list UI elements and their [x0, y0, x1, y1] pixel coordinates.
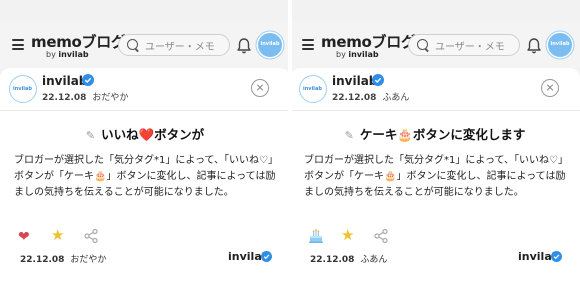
author-avatar[interactable]: invilab: [9, 75, 37, 103]
share-icon[interactable]: [374, 229, 388, 243]
footer-date: 22.12.08: [20, 255, 65, 265]
logo-brand: invilab: [348, 50, 379, 59]
post-date: 22.12.08: [42, 93, 87, 103]
search-icon: [127, 39, 138, 50]
top-bar: memoブログ by invilab ユーザー・メモ invilab: [0, 22, 290, 68]
divider: [290, 110, 580, 111]
post-card: invilab invilab 22.12.08 おだやか ✎ いいね❤️ボタンが …: [0, 68, 290, 268]
site-logo[interactable]: memoブログ by invilab: [321, 31, 416, 61]
screen-right: memoブログ by invilab ユーザー・メモ invilab invil…: [290, 0, 580, 305]
star-icon[interactable]: ★: [51, 228, 64, 243]
user-avatar[interactable]: invilab: [258, 33, 282, 57]
reaction-bar: ★: [304, 228, 424, 244]
post-card: invilab invilab 22.12.08 ふあん ✎ ケーキ🎂ボタンに変化し…: [290, 68, 580, 268]
hamburger-menu-icon[interactable]: [12, 39, 24, 50]
author-row: invilab invilab 22.12.08 おだやか: [0, 68, 290, 108]
user-avatar[interactable]: invilab: [548, 33, 572, 57]
logo-brand: invilab: [58, 50, 89, 59]
author-meta: 22.12.08 ふあん: [332, 90, 409, 103]
footer-mood: おだやか: [70, 255, 107, 265]
star-icon[interactable]: ★: [341, 228, 354, 243]
logo-text: memoブログ: [31, 33, 126, 51]
heart-icon[interactable]: ❤: [18, 230, 30, 244]
post-body: ブロガーが選択した「気分タグ*1」によって、「いいね♡」ボタンが「ケーキ🎂」ボタ…: [14, 155, 279, 198]
logo-by: by: [336, 50, 349, 59]
post-body: ブロガーが選択した「気分タグ*1」によって、「いいね♡」ボタンが「ケーキ🎂」ボタ…: [304, 155, 569, 198]
avatar-label: invilab: [550, 41, 570, 47]
footer-meta: 22.12.08 ふあん: [310, 252, 387, 265]
avatar-label: invilab: [260, 41, 280, 47]
bottom-area: [0, 268, 290, 305]
footer-brand[interactable]: invilab: [228, 250, 272, 263]
post-title: ✎ いいね❤️ボタンが: [0, 124, 290, 143]
top-bar: memoブログ by invilab ユーザー・メモ invilab: [290, 22, 580, 68]
mood-tag: おだやか: [92, 93, 129, 103]
author-name[interactable]: invilab: [332, 74, 377, 88]
share-icon[interactable]: [84, 229, 98, 243]
author-row: invilab invilab 22.12.08 ふあん: [290, 68, 580, 108]
logo-by: by: [46, 50, 59, 59]
footer-meta: 22.12.08 おだやか: [20, 252, 106, 265]
cake-icon[interactable]: [308, 228, 324, 244]
post-title: ✎ ケーキ🎂ボタンに変化します: [290, 124, 580, 143]
author-avatar[interactable]: invilab: [299, 75, 327, 103]
screen-left: memoブログ by invilab ユーザー・メモ invilab invil…: [0, 0, 290, 305]
verified-badge-icon: [261, 251, 272, 262]
divider: [0, 110, 290, 111]
logo-byline: by invilab: [46, 50, 89, 59]
verified-badge-icon: [372, 74, 384, 86]
search-icon: [417, 39, 428, 50]
mood-tag: ふあん: [382, 93, 410, 103]
search-placeholder: ユーザー・メモ: [435, 42, 505, 53]
search-placeholder: ユーザー・メモ: [145, 42, 215, 53]
footer-date: 22.12.08: [310, 255, 355, 265]
verified-badge-icon: [82, 74, 94, 86]
post-title-text: ケーキ🎂ボタンに変化します: [359, 127, 526, 142]
verified-badge-icon: [551, 251, 562, 262]
footer-brand[interactable]: invilab: [518, 250, 562, 263]
site-logo[interactable]: memoブログ by invilab: [31, 31, 126, 61]
author-meta: 22.12.08 おだやか: [42, 90, 128, 103]
close-icon[interactable]: [541, 79, 559, 97]
footer-mood: ふあん: [360, 255, 388, 265]
author-avatar-label: invilab: [13, 86, 32, 92]
panel-separator: [288, 0, 292, 305]
search-input[interactable]: ユーザー・メモ: [118, 34, 230, 56]
bell-icon[interactable]: [526, 37, 542, 55]
close-icon[interactable]: [251, 79, 269, 97]
author-avatar-label: invilab: [303, 86, 322, 92]
pencil-icon: ✎: [344, 129, 354, 142]
search-input[interactable]: ユーザー・メモ: [408, 34, 520, 56]
author-name[interactable]: invilab: [42, 74, 87, 88]
bell-icon[interactable]: [236, 37, 252, 55]
logo-text: memoブログ: [321, 33, 416, 51]
pencil-icon: ✎: [85, 129, 96, 142]
hamburger-menu-icon[interactable]: [302, 39, 314, 50]
reaction-bar: ❤ ★: [14, 228, 134, 244]
post-date: 22.12.08: [332, 93, 377, 103]
post-title-text: いいね❤️ボタンが: [101, 127, 205, 142]
bottom-area: [290, 268, 580, 305]
logo-byline: by invilab: [336, 50, 379, 59]
